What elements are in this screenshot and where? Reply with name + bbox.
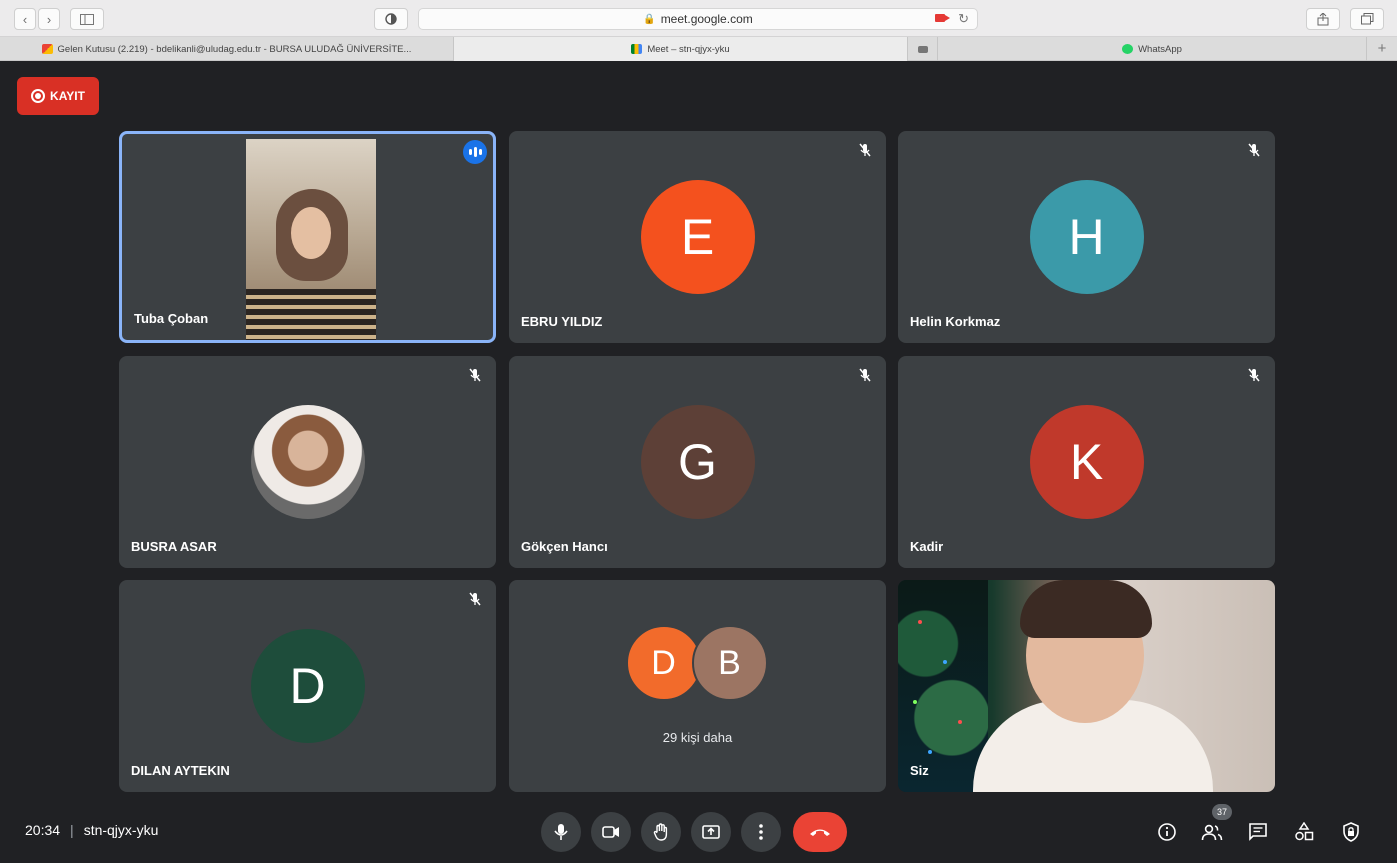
chat-button[interactable]: [1245, 819, 1271, 845]
lock-icon: 🔒: [643, 13, 656, 25]
microphone-button[interactable]: [541, 812, 581, 852]
avatar: G: [640, 405, 755, 519]
participant-tile-helin[interactable]: H Helin Korkmaz: [898, 131, 1275, 343]
participant-name: DILAN AYTEKIN: [131, 763, 230, 778]
video-icon: [917, 45, 928, 53]
participant-tile-busra[interactable]: BUSRA ASAR: [119, 356, 496, 568]
reload-icon[interactable]: ↻: [958, 11, 969, 27]
back-button[interactable]: ‹: [14, 8, 36, 30]
new-tab-button[interactable]: +: [1367, 37, 1397, 60]
avatar: B: [691, 625, 768, 701]
camera-in-use-icon[interactable]: [935, 14, 950, 22]
chevron-right-icon: ›: [46, 11, 52, 27]
forward-button[interactable]: ›: [38, 8, 60, 30]
present-screen-button[interactable]: [691, 812, 731, 852]
others-avatars: D B: [625, 625, 772, 701]
participant-tile-tuba[interactable]: Tuba Çoban: [119, 131, 496, 343]
people-icon: [1201, 824, 1223, 841]
participant-count-badge: 37: [1212, 804, 1232, 820]
speaking-indicator-icon: [463, 140, 487, 164]
participant-video: [246, 139, 376, 340]
sidebar-button[interactable]: [70, 8, 104, 30]
participant-name: Kadir: [910, 539, 944, 554]
self-video: [898, 580, 988, 792]
avatar: D: [625, 625, 702, 701]
mic-off-icon: [1248, 143, 1260, 157]
avatar: K: [1029, 405, 1144, 519]
people-button[interactable]: [1199, 819, 1225, 845]
tab-title: Gelen Kutusu (2.219) - bdelikanli@uludag…: [57, 43, 412, 55]
profile-photo: [250, 405, 365, 519]
recording-label: KAYIT: [50, 89, 85, 103]
tabs-icon: [1360, 13, 1373, 25]
participant-name: BUSRA ASAR: [131, 539, 217, 554]
url-text: meet.google.com: [660, 12, 753, 26]
hand-icon: [653, 823, 668, 841]
participant-tile-ebru[interactable]: E EBRU YILDIZ: [509, 131, 886, 343]
meeting-code: stn-qjyx-yku: [83, 822, 159, 838]
mic-icon: [554, 824, 568, 840]
tab-meet[interactable]: Meet – stn-qjyx-yku: [454, 37, 908, 61]
more-options-button[interactable]: [741, 812, 781, 852]
record-icon: [31, 89, 46, 103]
info-icon: [1158, 823, 1176, 841]
address-bar[interactable]: 🔒 meet.google.com ↻: [418, 8, 978, 30]
privacy-shield-icon: [385, 13, 397, 25]
privacy-button[interactable]: [374, 8, 408, 30]
activities-button[interactable]: [1291, 819, 1317, 845]
browser-toolbar: ‹ › 🔒 meet.google.com ↻: [0, 0, 1397, 37]
meet-icon: [631, 44, 643, 54]
leave-call-button[interactable]: [793, 812, 847, 852]
tab-whatsapp[interactable]: WhatsApp: [938, 37, 1367, 61]
activities-shapes-icon: [1295, 822, 1314, 841]
whatsapp-icon: [1122, 44, 1134, 54]
participant-tile-dilan[interactable]: D DILAN AYTEKIN: [119, 580, 496, 792]
participant-name: Helin Korkmaz: [910, 314, 1001, 329]
participant-name: Tuba Çoban: [134, 311, 209, 326]
clock: 20:34: [25, 822, 61, 838]
more-vert-icon: [759, 824, 763, 840]
share-button[interactable]: [1306, 8, 1340, 30]
mic-off-icon: [859, 368, 871, 382]
self-view-tile[interactable]: Siz: [898, 580, 1275, 792]
participant-name: EBRU YILDIZ: [521, 314, 603, 329]
camera-button[interactable]: [591, 812, 631, 852]
tab-title: WhatsApp: [1138, 43, 1182, 55]
plus-icon: +: [1377, 40, 1387, 57]
chevron-left-icon: ‹: [22, 11, 28, 27]
separator: |: [70, 822, 74, 838]
participant-tile-gokcen[interactable]: G Gökçen Hancı: [509, 356, 886, 568]
more-participants-label: 29 kişi daha: [662, 730, 733, 745]
mic-off-icon: [859, 143, 871, 157]
meeting-info: 20:34 | stn-qjyx-yku: [25, 822, 158, 838]
raise-hand-button[interactable]: [641, 812, 681, 852]
camera-icon: [602, 826, 619, 838]
host-controls-button[interactable]: [1338, 819, 1364, 845]
mic-off-icon: [469, 592, 481, 606]
tab-video[interactable]: [908, 37, 938, 61]
participant-name: Gökçen Hancı: [521, 539, 608, 554]
mic-off-icon: [469, 368, 481, 382]
shield-lock-icon: [1343, 822, 1359, 842]
sidebar-icon: [80, 13, 94, 25]
recording-indicator[interactable]: KAYIT: [17, 77, 99, 115]
tab-gmail[interactable]: Gelen Kutusu (2.219) - bdelikanli@uludag…: [0, 37, 454, 61]
tab-title: Meet – stn-qjyx-yku: [647, 43, 730, 55]
participant-tile-kadir[interactable]: K Kadir: [898, 356, 1275, 568]
mic-off-icon: [1248, 368, 1260, 382]
tab-overview-button[interactable]: [1350, 8, 1384, 30]
phone-hangup-icon: [810, 829, 830, 836]
gmail-icon: [41, 44, 53, 54]
avatar: D: [250, 629, 365, 743]
others-tile[interactable]: D B 29 kişi daha: [509, 580, 886, 792]
participant-name: Siz: [910, 763, 929, 778]
avatar: E: [640, 180, 755, 294]
meeting-details-button[interactable]: [1154, 819, 1180, 845]
avatar: H: [1029, 180, 1144, 294]
present-icon: [702, 825, 720, 839]
tab-bar: Gelen Kutusu (2.219) - bdelikanli@uludag…: [0, 37, 1397, 61]
share-icon: [1317, 12, 1329, 25]
chat-icon: [1249, 823, 1267, 841]
